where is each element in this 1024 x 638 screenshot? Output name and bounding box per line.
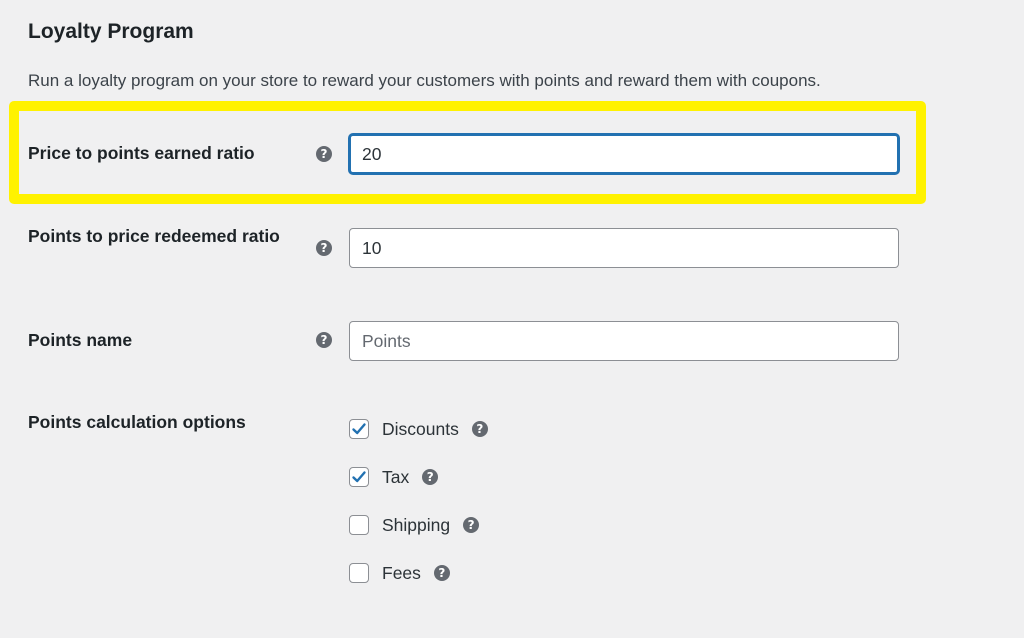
help-icon[interactable]: ? [463,517,480,533]
option-tax[interactable]: Tax ? [349,465,439,489]
section-title: Loyalty Program [28,20,194,43]
shipping-label[interactable]: Shipping [382,515,450,536]
help-icon[interactable]: ? [316,332,332,348]
option-fees[interactable]: Fees ? [349,561,450,585]
price-to-points-input[interactable] [349,134,899,174]
option-discounts[interactable]: Discounts ? [349,417,488,441]
points-calculation-options-label: Points calculation options [28,412,246,432]
discounts-label[interactable]: Discounts [382,419,459,440]
tax-checkbox[interactable] [349,467,369,487]
shipping-checkbox[interactable] [349,515,369,535]
fees-checkbox[interactable] [349,563,369,583]
help-icon[interactable]: ? [433,565,450,581]
fees-label[interactable]: Fees [382,563,421,584]
points-to-price-label: Points to price redeemed ratio [28,226,280,246]
checkmark-icon [352,423,366,435]
checkmark-icon [352,471,366,483]
section-description: Run a loyalty program on your store to r… [28,71,821,90]
help-icon[interactable]: ? [316,240,332,256]
help-icon[interactable]: ? [471,421,488,437]
help-icon[interactable]: ? [422,469,439,485]
points-name-label: Points name [28,330,133,350]
discounts-checkbox[interactable] [349,419,369,439]
option-shipping[interactable]: Shipping ? [349,513,480,537]
points-to-price-input[interactable] [349,228,899,268]
price-to-points-label: Price to points earned ratio [28,143,255,163]
tax-label[interactable]: Tax [382,467,409,488]
points-name-input[interactable] [349,321,899,361]
help-icon[interactable]: ? [316,146,332,162]
